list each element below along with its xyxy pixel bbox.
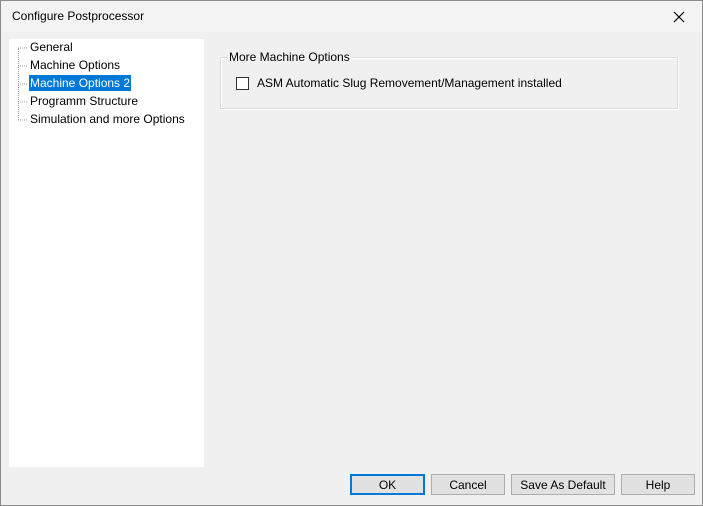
tree-item-machine-options[interactable]: Machine Options <box>9 57 204 75</box>
tree-item-simulation[interactable]: Simulation and more Options <box>9 111 204 129</box>
ok-button[interactable]: OK <box>350 474 425 495</box>
tree-item-label: Machine Options <box>30 58 121 72</box>
title-bar: Configure Postprocessor <box>1 1 702 32</box>
tree-connector <box>18 47 27 49</box>
close-button[interactable] <box>656 1 702 32</box>
checkbox-box[interactable] <box>236 76 249 90</box>
help-button[interactable]: Help <box>621 474 695 495</box>
tree-connector <box>18 101 27 103</box>
tree-connector <box>18 65 27 67</box>
checkbox-label[interactable]: ASM Automatic Slug Removement/Management… <box>257 76 562 90</box>
configure-postprocessor-dialog: Configure Postprocessor General Machine … <box>0 0 703 506</box>
tree-item-label: Programm Structure <box>30 94 139 108</box>
tree-connector <box>18 119 27 121</box>
tree-connector <box>18 83 27 85</box>
options-tree[interactable]: General Machine Options Machine Options … <box>9 39 204 467</box>
group-caption: More Machine Options <box>227 49 352 65</box>
tree-item-machine-options-2[interactable]: Machine Options 2 <box>9 75 204 93</box>
cancel-button[interactable]: Cancel <box>431 474 505 495</box>
tree-item-label: General <box>30 40 73 54</box>
tree-item-general[interactable]: General <box>9 39 204 57</box>
tree-item-label-selected: Machine Options 2 <box>29 75 132 91</box>
save-as-default-button[interactable]: Save As Default <box>511 474 615 495</box>
tree-item-label: Simulation and more Options <box>30 112 185 126</box>
close-icon <box>673 11 685 22</box>
asm-slug-removal-checkbox[interactable]: ASM Automatic Slug Removement/Management… <box>236 75 562 91</box>
tree-item-programm-structure[interactable]: Programm Structure <box>9 93 204 111</box>
window-title: Configure Postprocessor <box>12 9 145 23</box>
